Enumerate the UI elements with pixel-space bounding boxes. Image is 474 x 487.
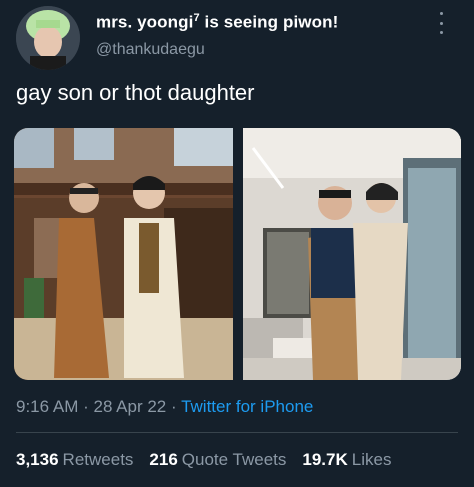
display-name-suffix: is seeing piwon! xyxy=(199,12,339,32)
media-grid xyxy=(14,128,461,380)
likes-stat[interactable]: 19.7K Likes xyxy=(302,450,391,470)
tweet-card: mrs. yoongi7 is seeing piwon! @thankudae… xyxy=(0,0,474,487)
tweet-stats: 3,136 Retweets 216 Quote Tweets 19.7K Likes xyxy=(16,450,391,470)
likes-count: 19.7K xyxy=(302,450,348,469)
tweet-text: gay son or thot daughter xyxy=(16,80,255,105)
quotes-count: 216 xyxy=(149,450,178,469)
quote-tweets-stat[interactable]: 216 Quote Tweets xyxy=(149,450,286,470)
retweets-label: Retweets xyxy=(62,450,134,469)
tweet-date[interactable]: 28 Apr 22 xyxy=(93,397,166,416)
meta-separator-2: · xyxy=(166,397,182,416)
meta-separator: · xyxy=(78,397,94,416)
avatar-photo-icon xyxy=(16,6,80,70)
display-name[interactable]: mrs. yoongi7 is seeing piwon! xyxy=(96,12,338,33)
photo-left-image xyxy=(14,128,233,380)
retweets-stat[interactable]: 3,136 Retweets xyxy=(16,450,133,470)
photo-left[interactable] xyxy=(14,128,233,380)
divider xyxy=(16,432,458,433)
tweet-meta: 9:16 AM · 28 Apr 22 · Twitter for iPhone xyxy=(16,397,313,417)
tweet-source-link[interactable]: Twitter for iPhone xyxy=(181,397,313,416)
display-name-text: mrs. yoongi xyxy=(96,12,194,32)
user-info: mrs. yoongi7 is seeing piwon! @thankudae… xyxy=(96,12,338,59)
user-handle[interactable]: @thankudaegu xyxy=(96,41,338,59)
quotes-label: Quote Tweets xyxy=(181,450,287,469)
photo-right[interactable] xyxy=(243,128,461,380)
retweets-count: 3,136 xyxy=(16,450,59,469)
likes-label: Likes xyxy=(351,450,392,469)
avatar[interactable] xyxy=(16,6,80,70)
more-options-icon[interactable] xyxy=(436,12,446,34)
photo-right-image xyxy=(243,128,461,380)
tweet-time[interactable]: 9:16 AM xyxy=(16,397,78,416)
